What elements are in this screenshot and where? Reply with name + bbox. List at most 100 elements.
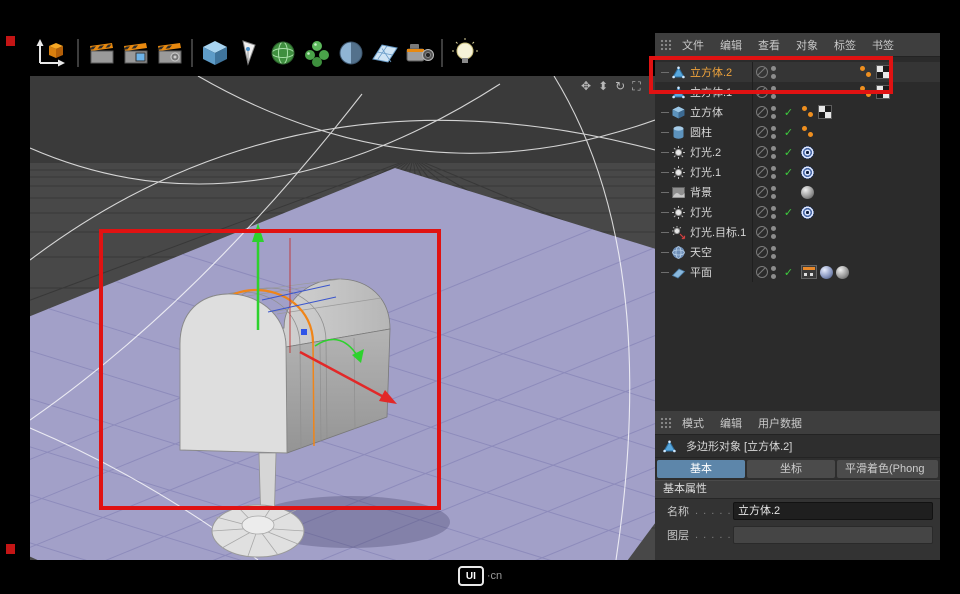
light-button[interactable]: [448, 36, 482, 70]
layer-toggle[interactable]: [756, 126, 768, 138]
layer-toggle[interactable]: [756, 226, 768, 238]
tab-coordinates[interactable]: 坐标: [747, 460, 835, 478]
viewport-move-icon[interactable]: ✥: [581, 79, 591, 94]
viewport-maximize-icon[interactable]: ⛶: [632, 79, 640, 94]
panel-grip-icon[interactable]: [660, 39, 672, 51]
menu-edit[interactable]: 编辑: [712, 415, 750, 431]
axis-cube-button[interactable]: [30, 36, 72, 70]
object-row[interactable]: 圆柱: [655, 122, 940, 142]
enable-check[interactable]: [782, 266, 795, 279]
menu-edit[interactable]: 编辑: [712, 37, 750, 53]
object-row[interactable]: 立方体.1: [655, 82, 940, 102]
point-selection-tag[interactable]: [859, 85, 873, 99]
layer-toggle[interactable]: [756, 146, 768, 158]
point-selection-tag[interactable]: [801, 125, 815, 139]
name-input[interactable]: 立方体.2: [733, 502, 933, 520]
texture-tag[interactable]: [876, 65, 890, 79]
enable-check[interactable]: [782, 146, 795, 159]
object-row[interactable]: 背景: [655, 182, 940, 202]
visibility-dots[interactable]: [771, 266, 779, 279]
menu-file[interactable]: 文件: [674, 37, 712, 53]
viewport-rotate-icon[interactable]: ↻: [615, 79, 625, 94]
render-picture-viewer-button[interactable]: [118, 36, 152, 70]
layer-toggle[interactable]: [756, 266, 768, 278]
cube-primitive-icon: [200, 38, 230, 68]
object-row[interactable]: 立方体: [655, 102, 940, 122]
menu-bookmarks[interactable]: 书签: [864, 37, 902, 53]
object-row[interactable]: 灯光: [655, 202, 940, 222]
object-label: 天空: [690, 244, 752, 260]
object-row[interactable]: 灯光.2: [655, 142, 940, 162]
enable-check[interactable]: [782, 126, 795, 139]
array-cluster-button[interactable]: [300, 36, 334, 70]
viewport-zoom-icon[interactable]: ⬍: [598, 79, 608, 94]
tab-phong[interactable]: 平滑着色(Phong: [837, 460, 938, 478]
compositing-tag[interactable]: [801, 265, 817, 279]
visibility-dots[interactable]: [771, 66, 779, 79]
layer-toggle[interactable]: [756, 186, 768, 198]
visibility-dots[interactable]: [771, 86, 779, 99]
menu-tags[interactable]: 标签: [826, 37, 864, 53]
tab-basic[interactable]: 基本: [657, 460, 745, 478]
visibility-dots[interactable]: [771, 106, 779, 119]
enable-check[interactable]: [782, 206, 795, 219]
plane-grid-icon: [370, 38, 400, 68]
sphere-primitive-button[interactable]: [334, 36, 368, 70]
layer-toggle[interactable]: [756, 66, 768, 78]
subdivide-sphere-button[interactable]: [266, 36, 300, 70]
layer-input[interactable]: [733, 526, 933, 544]
attribute-manager: 模式 编辑 用户数据 多边形对象 [立方体.2] 基本 坐标 平滑着色(Phon…: [655, 411, 940, 560]
attribute-object-title: 多边形对象 [立方体.2]: [655, 435, 940, 458]
object-row[interactable]: 灯光.1: [655, 162, 940, 182]
visibility-dots[interactable]: [771, 186, 779, 199]
tree-branch: [659, 242, 671, 262]
target-tag[interactable]: [801, 166, 814, 179]
layer-toggle[interactable]: [756, 166, 768, 178]
texture-tag[interactable]: [876, 85, 890, 99]
material-tag[interactable]: [801, 186, 814, 199]
object-label: 圆柱: [690, 124, 752, 140]
target-tag[interactable]: [801, 146, 814, 159]
visibility-dots[interactable]: [771, 146, 779, 159]
menu-mode[interactable]: 模式: [674, 415, 712, 431]
menu-objects[interactable]: 对象: [788, 37, 826, 53]
camera-button[interactable]: [402, 36, 436, 70]
enable-check[interactable]: [782, 106, 795, 119]
object-row[interactable]: 平面: [655, 262, 940, 282]
layer-toggle[interactable]: [756, 246, 768, 258]
visibility-dots[interactable]: [771, 206, 779, 219]
layer-toggle[interactable]: [756, 86, 768, 98]
material-tag[interactable]: [836, 266, 849, 279]
visibility-dots[interactable]: [771, 126, 779, 139]
sky-icon: [671, 245, 686, 260]
point-selection-tag[interactable]: [859, 65, 873, 79]
object-row[interactable]: 天空: [655, 242, 940, 262]
viewport-3d-canvas[interactable]: [30, 76, 655, 560]
menu-user-data[interactable]: 用户数据: [750, 415, 810, 431]
enable-check[interactable]: [782, 166, 795, 179]
array-cluster-icon: [302, 38, 332, 68]
layer-toggle[interactable]: [756, 206, 768, 218]
right-panel: 文件 编辑 查看 对象 标签 书签 立方体.2 立方体.1: [655, 33, 940, 560]
texture-tag[interactable]: [818, 105, 832, 119]
render-view-button[interactable]: [84, 36, 118, 70]
z-axis-handle[interactable]: [301, 329, 307, 335]
visibility-dots[interactable]: [771, 246, 779, 259]
point-selection-tag[interactable]: [801, 105, 815, 119]
polygon-object-icon: [671, 65, 686, 80]
render-settings-button[interactable]: [152, 36, 186, 70]
object-row[interactable]: 立方体.2: [655, 62, 940, 82]
tree-branch: [659, 202, 671, 222]
cube-primitive-button[interactable]: [198, 36, 232, 70]
object-row[interactable]: 灯光.目标.1: [655, 222, 940, 242]
pen-spline-button[interactable]: [232, 36, 266, 70]
pen-spline-icon: [234, 38, 264, 68]
visibility-dots[interactable]: [771, 226, 779, 239]
menu-view[interactable]: 查看: [750, 37, 788, 53]
material-tag[interactable]: [820, 266, 833, 279]
target-tag[interactable]: [801, 206, 814, 219]
plane-grid-button[interactable]: [368, 36, 402, 70]
visibility-dots[interactable]: [771, 166, 779, 179]
panel-grip-icon[interactable]: [660, 417, 672, 429]
layer-toggle[interactable]: [756, 106, 768, 118]
